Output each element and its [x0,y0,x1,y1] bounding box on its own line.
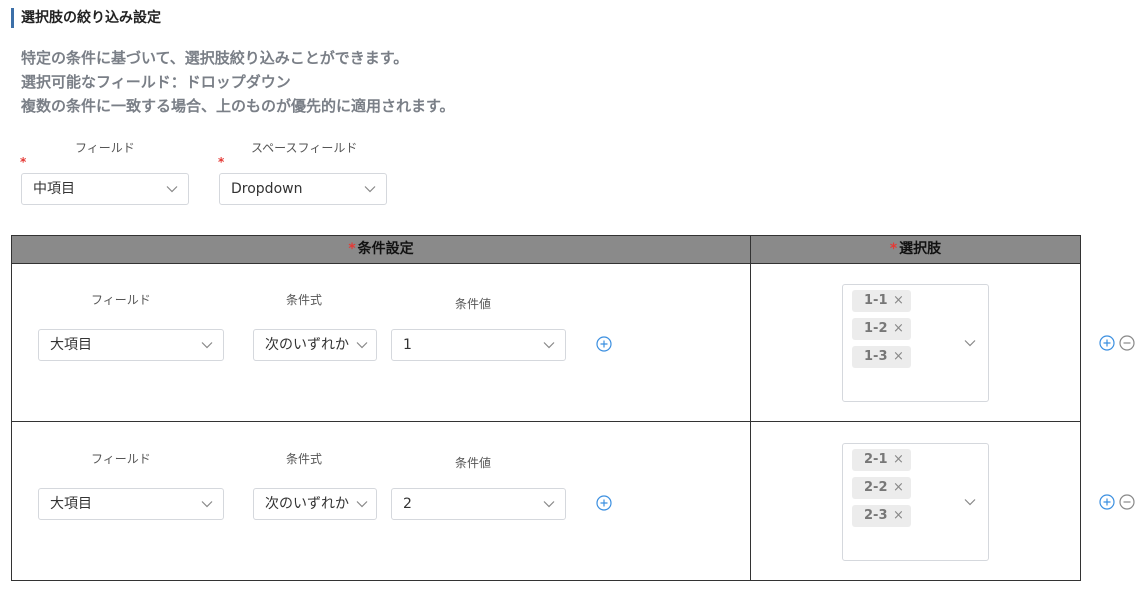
tag-remove-icon[interactable]: × [893,505,904,527]
choice-tag-text: 1-3 [864,349,888,364]
tag-remove-icon[interactable]: × [893,290,904,312]
header-condition-settings: * 条件設定 [12,236,750,263]
row-value-select[interactable]: 2 [391,488,566,520]
row-field-select[interactable]: 大項目 [38,329,224,361]
table-header: * 条件設定 * 選択肢 [12,236,1080,264]
header-label: 選択肢 [899,241,942,257]
chevron-down-icon [166,186,178,193]
row-operator-select-value: 次のいずれか [265,496,349,512]
chevron-down-icon [356,501,368,508]
chevron-down-icon [964,499,976,506]
choices-multiselect[interactable]: 1-1 × 1-2 × 1-3 × [842,284,989,402]
space-field-label: スペースフィールド [251,141,358,155]
row-value-label: 条件値 [455,456,492,470]
column-divider [750,236,751,580]
chevron-down-icon [543,501,555,508]
description-line: 選択可能なフィールド：ドロップダウン [21,73,291,91]
choice-tag-text: 2-2 [864,480,888,495]
field-select[interactable]: 中項目 [21,173,189,205]
add-row-icon[interactable] [1099,335,1115,351]
chevron-down-icon [356,342,368,349]
tag-remove-icon[interactable]: × [893,449,904,471]
add-condition-icon[interactable] [596,336,612,352]
tag-remove-icon[interactable]: × [893,346,904,368]
description: 特定の条件に基づいて、選択肢絞り込みことができます。 選択可能なフィールド：ドロ… [21,46,455,118]
row-field-select[interactable]: 大項目 [38,488,224,520]
header-label: 条件設定 [357,241,414,257]
row-value-label: 条件値 [455,297,492,311]
chevron-down-icon [201,501,213,508]
chevron-down-icon [964,340,976,347]
header-choices: * 選択肢 [751,236,1080,263]
choice-tag: 1-1 × [852,290,911,312]
conditions-table: * 条件設定 * 選択肢 フィールド 条件式 条件値 大項目 次のいずれか 1 1-… [11,235,1081,581]
row-value-select-value: 1 [403,337,412,353]
row-field-select-value: 大項目 [50,337,92,353]
space-field-select[interactable]: Dropdown [219,173,387,205]
add-condition-icon[interactable] [596,495,612,511]
tag-remove-icon[interactable]: × [893,318,904,340]
remove-row-icon[interactable] [1119,494,1135,510]
required-mark: * [20,155,27,169]
choice-tag-text: 2-1 [864,452,888,467]
chevron-down-icon [364,186,376,193]
required-mark: * [348,241,356,257]
description-line: 特定の条件に基づいて、選択肢絞り込みことができます。 [21,49,409,67]
row-divider [12,421,1080,422]
choice-tag-text: 2-3 [864,508,888,523]
add-row-icon[interactable] [1099,494,1115,510]
description-line: 複数の条件に一致する場合、上のものが優先的に適用されます。 [21,97,455,115]
choice-tag: 2-2 × [852,477,911,499]
choice-tag-text: 1-1 [864,293,888,308]
row-operator-select[interactable]: 次のいずれか [253,488,377,520]
choice-tag-text: 1-2 [864,321,888,336]
choice-tag: 2-3 × [852,505,911,527]
choice-tag: 2-1 × [852,449,911,471]
choice-tag: 1-2 × [852,318,911,340]
row-operator-select-value: 次のいずれか [265,337,349,353]
row-operator-select[interactable]: 次のいずれか [253,329,377,361]
field-select-value: 中項目 [33,181,75,197]
chevron-down-icon [543,342,555,349]
row-operator-label: 条件式 [286,452,323,466]
row-value-select[interactable]: 1 [391,329,566,361]
row-field-label: フィールド [91,293,151,307]
row-field-select-value: 大項目 [50,496,92,512]
required-mark: * [889,241,898,257]
section-title: 選択肢の絞り込み設定 [11,8,161,28]
choice-tag: 1-3 × [852,346,911,368]
choices-multiselect[interactable]: 2-1 × 2-2 × 2-3 × [842,443,989,561]
space-field-select-value: Dropdown [231,181,303,197]
row-operator-label: 条件式 [286,293,323,307]
tag-remove-icon[interactable]: × [893,477,904,499]
row-field-label: フィールド [91,452,151,466]
chevron-down-icon [201,342,213,349]
remove-row-icon[interactable] [1119,335,1135,351]
row-value-select-value: 2 [403,496,412,512]
required-mark: * [218,155,225,169]
field-label: フィールド [75,141,135,155]
